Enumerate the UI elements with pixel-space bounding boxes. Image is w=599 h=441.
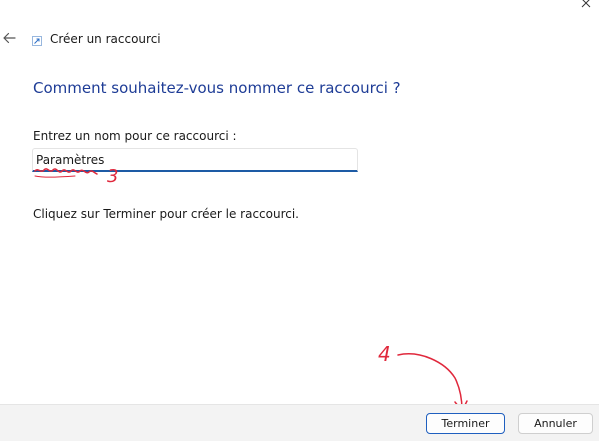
cancel-button[interactable]: Annuler bbox=[518, 413, 593, 434]
dialog-footer bbox=[0, 404, 599, 441]
finish-hint-text: Cliquez sur Terminer pour créer le racco… bbox=[33, 207, 299, 221]
annotation-step-4: 4 bbox=[378, 342, 391, 366]
window-title: Créer un raccourci bbox=[50, 32, 161, 46]
finish-button[interactable]: Terminer bbox=[426, 413, 505, 434]
back-button[interactable] bbox=[0, 29, 18, 47]
close-button[interactable] bbox=[576, 0, 596, 12]
shortcut-icon bbox=[32, 36, 42, 46]
page-heading: Comment souhaitez-vous nommer ce raccour… bbox=[33, 79, 401, 97]
back-arrow-icon bbox=[3, 32, 16, 44]
name-field-label: Entrez un nom pour ce raccourci : bbox=[33, 129, 237, 143]
annotation-arrow bbox=[397, 353, 463, 411]
close-icon bbox=[581, 0, 591, 8]
shortcut-name-input[interactable] bbox=[32, 148, 358, 172]
